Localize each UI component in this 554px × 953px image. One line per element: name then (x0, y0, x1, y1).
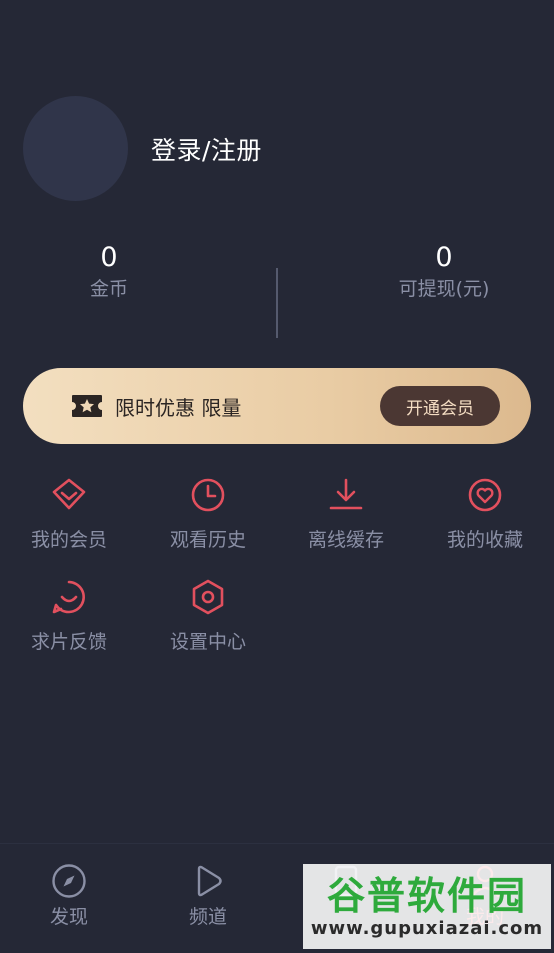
menu-item-label: 离线缓存 (307, 529, 384, 551)
menu-item-label: 求片反馈 (30, 631, 107, 653)
tab-label: 频道 (188, 906, 227, 928)
clock-icon (191, 478, 225, 512)
watermark-url: www.gupuxiazai.com (310, 918, 544, 939)
coins-value: 0 (100, 242, 118, 273)
settings-icon (192, 579, 224, 615)
open-vip-button[interactable]: 开通会员 (380, 386, 500, 426)
menu-item-membership[interactable]: 我的会员 (9, 475, 129, 552)
profile-header[interactable]: 登录/注册 (23, 96, 262, 201)
menu-item-offline-cache[interactable]: 离线缓存 (286, 475, 406, 552)
menu-item-history[interactable]: 观看历史 (148, 475, 268, 552)
menu-item-favorites[interactable]: 我的收藏 (425, 475, 545, 552)
withdrawable-stat[interactable]: 0 可提现(元) (344, 240, 544, 302)
coins-stat[interactable]: 0 金币 (9, 240, 209, 302)
download-icon (329, 478, 363, 510)
diamond-icon (52, 478, 86, 510)
menu-item-label: 设置中心 (169, 631, 246, 653)
coins-label: 金币 (89, 278, 128, 300)
feedback-icon (52, 580, 85, 614)
watermark: 谷普软件园 www.gupuxiazai.com (303, 864, 551, 949)
stats-divider (276, 268, 278, 338)
tab-channels[interactable]: 频道 (158, 862, 258, 929)
menu-item-label: 我的收藏 (446, 529, 523, 551)
withdrawable-value: 0 (435, 242, 453, 273)
promo-banner[interactable]: 限时优惠 限量 开通会员 (23, 368, 531, 444)
heart-icon (468, 478, 502, 512)
watermark-title: 谷普软件园 (326, 874, 527, 918)
withdrawable-label: 可提现(元) (398, 278, 490, 300)
tab-discover[interactable]: 发现 (19, 862, 119, 929)
ticket-star-icon (71, 394, 103, 418)
avatar[interactable] (23, 96, 128, 201)
menu-item-settings[interactable]: 设置中心 (148, 577, 268, 654)
promo-text: 限时优惠 限量 (115, 395, 242, 420)
tab-label: 发现 (49, 906, 88, 928)
menu-item-feedback[interactable]: 求片反馈 (9, 577, 129, 654)
menu-item-label: 我的会员 (30, 529, 107, 551)
play-icon (197, 865, 222, 897)
menu-item-label: 观看历史 (169, 529, 246, 551)
login-register-link[interactable]: 登录/注册 (151, 131, 262, 167)
stats-panel: 0 金币 0 可提现(元) (0, 240, 554, 340)
compass-icon (52, 864, 86, 898)
